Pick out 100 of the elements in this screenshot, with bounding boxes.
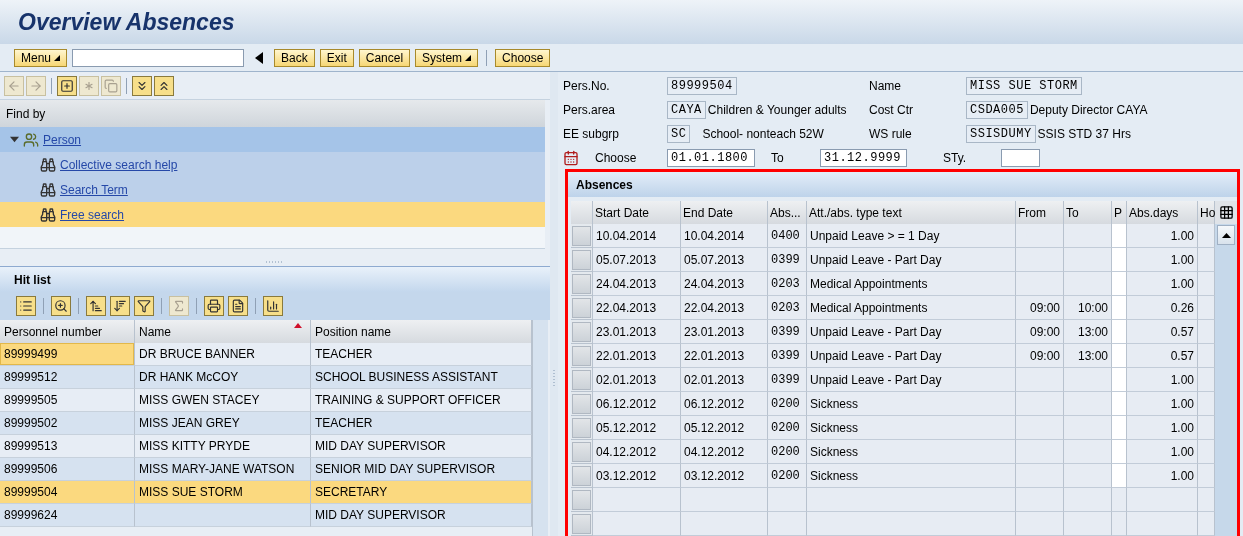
tree-link[interactable]: Collective search help	[60, 157, 178, 172]
collapse-toolbar-icon[interactable]	[255, 51, 264, 64]
table-cell[interactable]: MID DAY SUPERVISOR	[311, 504, 532, 527]
table-cell[interactable]: 89999502	[0, 412, 135, 435]
sum-icon[interactable]	[169, 296, 189, 316]
table-cell[interactable]: MID DAY SUPERVISOR	[311, 435, 532, 458]
tree-link[interactable]: Search Term	[60, 182, 128, 197]
row-selector[interactable]	[572, 225, 591, 246]
column-header[interactable]: Position name	[311, 320, 532, 343]
table-cell[interactable]: 89999512	[0, 366, 135, 389]
row-selector[interactable]	[572, 273, 591, 294]
table-cell[interactable]: 89999506	[0, 458, 135, 481]
scrollbar[interactable]	[532, 320, 548, 536]
add-icon[interactable]	[57, 75, 77, 96]
toolbar-button[interactable]: Back	[274, 48, 315, 67]
expanded-icon[interactable]	[10, 135, 19, 144]
table-cell[interactable]: MISS JEAN GREY	[135, 412, 311, 435]
scroll-up-icon[interactable]	[1217, 225, 1235, 245]
table-cell: 13:00	[1064, 344, 1112, 368]
table-cell[interactable]: MISS KITTY PRYDE	[135, 435, 311, 458]
sort-indicator-icon	[294, 323, 302, 328]
grip-icon[interactable]	[266, 261, 284, 264]
toolbar-button[interactable]: System	[415, 48, 479, 67]
table-cell[interactable]: TEACHER	[311, 343, 532, 366]
tree-row[interactable]: Collective search help	[0, 152, 546, 177]
export-icon[interactable]	[228, 296, 248, 316]
copy-icon[interactable]	[101, 75, 121, 96]
date-field[interactable]: 01.01.1800	[667, 149, 755, 167]
table-cell[interactable]: SENIOR MID DAY SUPERVISOR	[311, 458, 532, 481]
sort-descending-icon[interactable]	[110, 296, 130, 316]
filter-icon[interactable]	[134, 296, 154, 316]
command-field[interactable]	[72, 48, 245, 67]
column-header[interactable]: End Date	[681, 201, 768, 224]
table-cell: 1.00	[1127, 248, 1198, 272]
select-all-cell[interactable]	[571, 201, 593, 224]
column-header[interactable]: From	[1016, 201, 1064, 224]
table-cell[interactable]: DR HANK McCOY	[135, 366, 311, 389]
field-value: MISS SUE STORM	[966, 77, 1082, 95]
table-cell[interactable]: MISS SUE STORM	[135, 481, 311, 504]
table-cell[interactable]: 89999513	[0, 435, 135, 458]
column-header[interactable]: To	[1064, 201, 1112, 224]
chart-icon[interactable]	[263, 296, 283, 316]
column-header[interactable]: Name	[135, 320, 311, 343]
row-selector[interactable]	[572, 297, 591, 318]
zoom-icon[interactable]	[51, 296, 71, 316]
column-header[interactable]: Start Date	[593, 201, 681, 224]
table-cell[interactable]: 89999504	[0, 481, 135, 504]
column-header[interactable]: Abs.days	[1127, 201, 1198, 224]
tree-link[interactable]: Person	[43, 132, 82, 147]
table-cell: 02.01.2013	[593, 368, 681, 392]
table-settings-icon[interactable]	[1218, 205, 1234, 220]
row-selector[interactable]	[572, 513, 591, 534]
row-selector[interactable]	[572, 393, 591, 414]
row-selector[interactable]	[572, 249, 591, 270]
table-cell[interactable]	[135, 504, 311, 527]
tree-row[interactable]: Person	[0, 127, 546, 152]
hit-list-title: Hit list	[14, 272, 51, 287]
row-selector[interactable]	[572, 321, 591, 342]
tree-row[interactable]: Search Term	[0, 177, 546, 202]
expand-all-icon[interactable]	[132, 75, 152, 96]
table-cell[interactable]: DR BRUCE BANNER	[135, 343, 311, 366]
table-cell[interactable]: MISS GWEN STACEY	[135, 389, 311, 412]
tree-row[interactable]: Free search	[0, 202, 546, 227]
field-value: CSDA005	[966, 101, 1028, 119]
table-cell: 23.01.2013	[681, 320, 768, 344]
row-selector[interactable]	[572, 345, 591, 366]
column-header[interactable]: Personnel number	[0, 320, 135, 343]
table-cell[interactable]: TRAINING & SUPPORT OFFICER	[311, 389, 532, 412]
toolbar-button[interactable]: Exit	[319, 48, 354, 67]
choose-button[interactable]: Choose	[495, 48, 551, 67]
row-selector[interactable]	[572, 417, 591, 438]
date-field[interactable]: 31.12.9999	[820, 149, 907, 167]
tree-link[interactable]: Free search	[60, 207, 125, 222]
column-header[interactable]: Abs...	[768, 201, 807, 224]
table-cell[interactable]: 89999499	[0, 343, 135, 366]
menu-button[interactable]: Menu	[14, 48, 68, 67]
collapse-all-icon[interactable]	[154, 75, 174, 96]
input-field[interactable]	[1001, 149, 1040, 167]
print-icon[interactable]	[204, 296, 224, 316]
details-icon[interactable]	[16, 296, 36, 316]
column-header[interactable]: Ho	[1198, 201, 1215, 224]
scrollbar[interactable]	[1215, 224, 1237, 536]
table-cell[interactable]: SCHOOL BUSINESS ASSISTANT	[311, 366, 532, 389]
table-cell: 1.00	[1127, 272, 1198, 296]
row-selector[interactable]	[572, 369, 591, 390]
table-cell: 1.00	[1127, 440, 1198, 464]
row-selector[interactable]	[572, 465, 591, 486]
table-cell[interactable]: SECRETARY	[311, 481, 532, 504]
row-selector[interactable]	[572, 441, 591, 462]
field-label: STy.	[942, 151, 968, 165]
table-cell[interactable]: MISS MARY-JANE WATSON	[135, 458, 311, 481]
grip-icon[interactable]	[552, 370, 556, 388]
column-header[interactable]: P	[1112, 201, 1127, 224]
table-cell[interactable]: 89999624	[0, 504, 135, 527]
row-selector[interactable]	[572, 489, 591, 510]
column-header[interactable]: Att./abs. type text	[807, 201, 1016, 224]
table-cell[interactable]: TEACHER	[311, 412, 532, 435]
table-cell[interactable]: 89999505	[0, 389, 135, 412]
sort-ascending-icon[interactable]	[86, 296, 106, 316]
toolbar-button[interactable]: Cancel	[358, 48, 411, 67]
